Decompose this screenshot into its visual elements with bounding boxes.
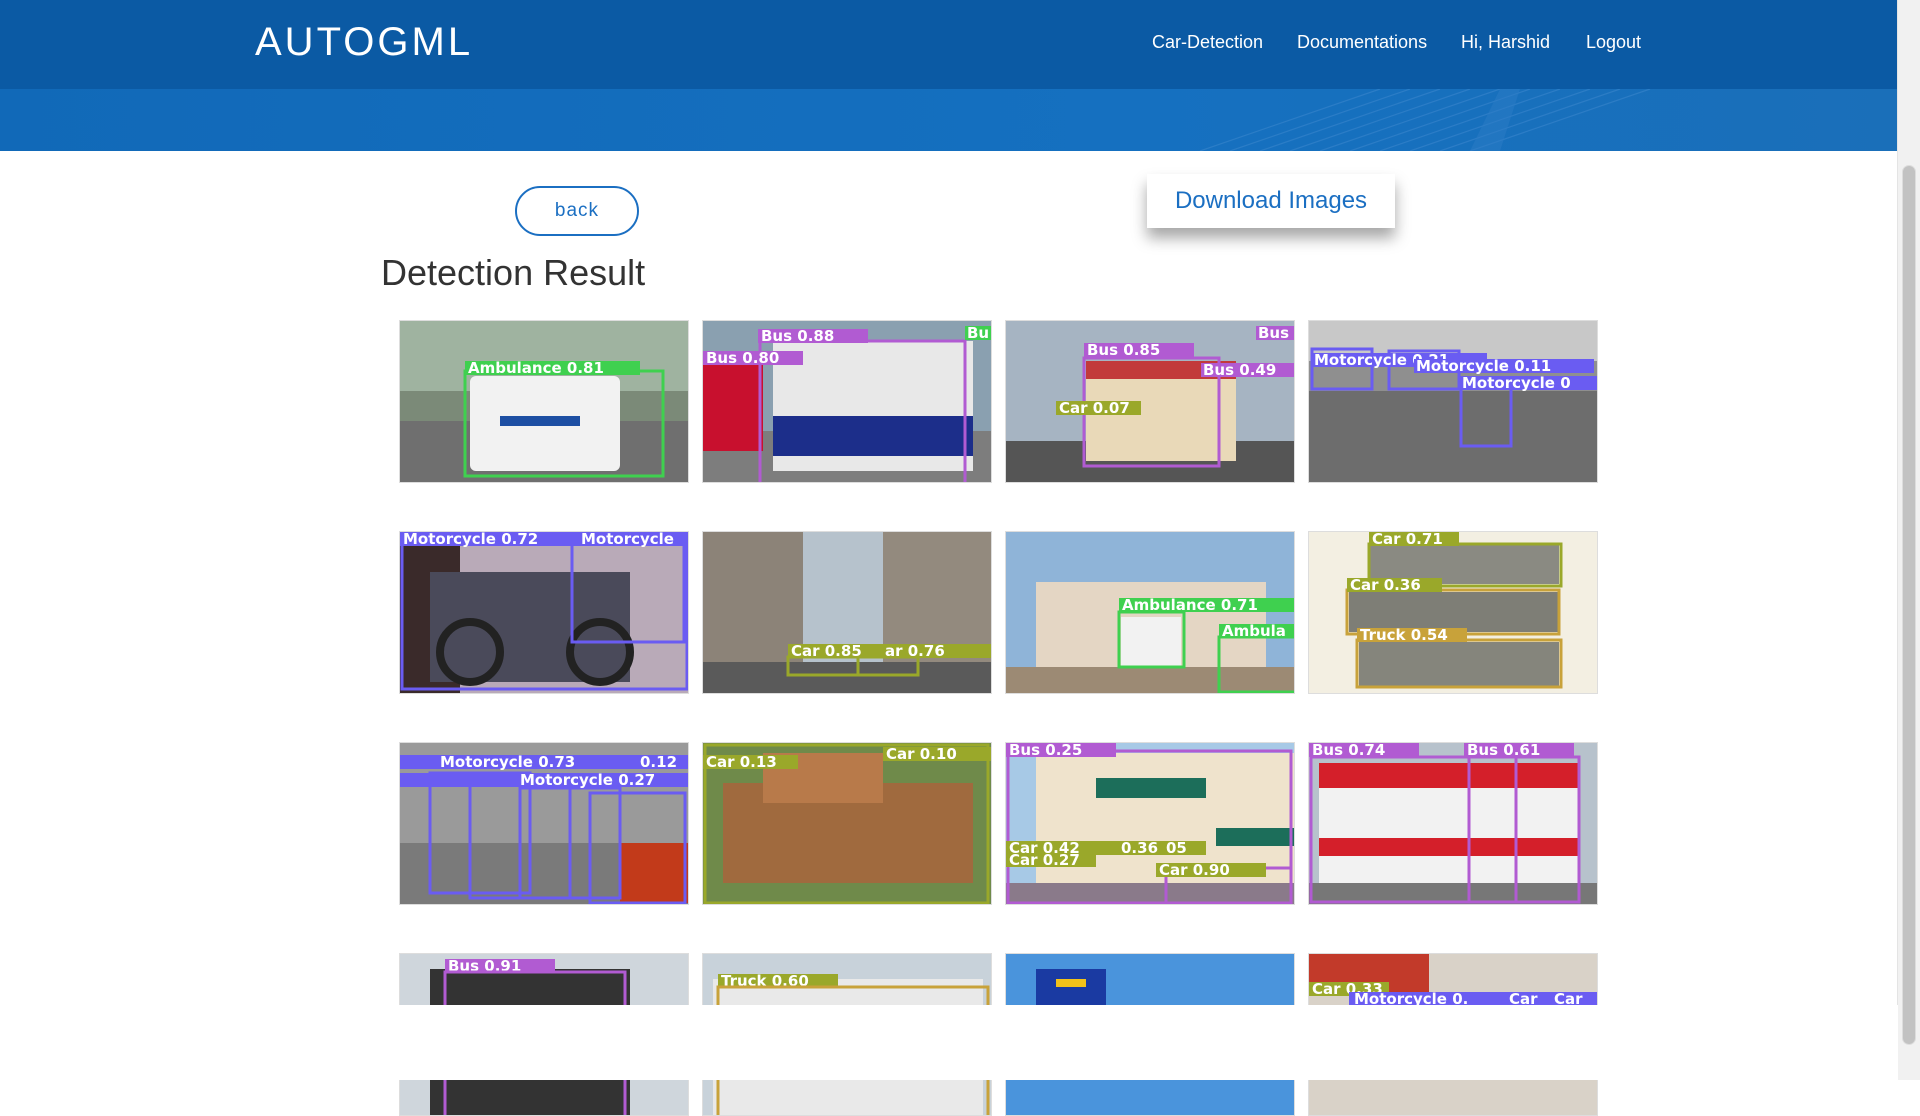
result-image-motorcycles-row[interactable]: Motorcycle 0.73 Motorcycle 0.27 0.12	[399, 742, 689, 905]
page-title: Detection Result	[381, 252, 646, 293]
detection-label: Ambulance 0.71	[1122, 596, 1258, 614]
detection-label: 05	[1166, 839, 1187, 857]
detection-label: Bus	[1258, 324, 1289, 342]
detection-label: Motorcycle 0.11	[1416, 357, 1551, 375]
detection-label: Car 0.27	[1009, 851, 1080, 869]
nav-documentations[interactable]: Documentations	[1297, 32, 1427, 53]
download-images-button[interactable]: Download Images	[1147, 174, 1395, 228]
detection-label: Ambula	[1222, 622, 1286, 640]
detection-label: Bus 0.61	[1467, 743, 1540, 759]
detection-label: Car 0.36	[1350, 576, 1421, 594]
result-image-ambulance-2[interactable]: Ambulance 0.71 Ambula	[1005, 531, 1295, 694]
result-image-motorcycle-1[interactable]: Motorcycle 0.21 Motorcycle 0.11 Motorcyc…	[1308, 320, 1598, 483]
detection-label: Bus 0.85	[1087, 341, 1160, 359]
result-image-bus-2[interactable]: Bus 0.85 Bus 0.49 Bus Car 0.07	[1005, 320, 1295, 483]
detection-label: 0.12	[640, 753, 677, 771]
viewport-bottom-mask	[0, 1005, 1898, 1080]
detection-label: ar 0.76	[885, 642, 945, 660]
result-image-hotel[interactable]: Bus 0.25 Car 0.42 0.36 05 Car 0.27 Car 0…	[1005, 742, 1295, 905]
page-scrollbar[interactable]	[1897, 0, 1920, 1080]
detection-label: Bus 0.74	[1312, 743, 1385, 759]
detection-label: Motorcycle 0.27	[520, 771, 655, 789]
detection-label: Motorcycle 0	[1462, 374, 1571, 392]
brand-logo[interactable]: AUTOGML	[255, 20, 473, 65]
scrollbar-thumb[interactable]	[1902, 165, 1916, 1045]
detection-label: Car 0.90	[1159, 861, 1230, 879]
result-image-classic-car[interactable]: Car 0.13 Car 0.10	[702, 742, 992, 905]
nav-car-detection[interactable]: Car-Detection	[1152, 32, 1263, 53]
detection-label: Car 0.13	[706, 753, 777, 771]
detection-label: Bus 0.88	[761, 327, 834, 345]
detection-label: Motorcycle 0.72	[403, 532, 538, 548]
detection-label: Bus 0.80	[706, 349, 779, 367]
result-image-motorcycle-2[interactable]: Motorcycle 0.72 Motorcycle	[399, 531, 689, 694]
detection-label: Truck 0.54	[1360, 626, 1448, 644]
detection-label: Bus 0.25	[1009, 743, 1082, 759]
result-image-red-bus[interactable]: Bus 0.74 Bus 0.61	[1308, 742, 1598, 905]
back-button[interactable]: back	[515, 186, 639, 236]
result-image-trucks[interactable]: Car 0.71 Car 0.36 Truck 0.54	[1308, 531, 1598, 694]
top-navbar: AUTOGML Car-Detection Documentations Hi,…	[0, 0, 1898, 89]
result-image-building-cars[interactable]: Car 0.85 ar 0.76	[702, 531, 992, 694]
detection-label: Car 0.07	[1059, 399, 1130, 417]
detection-label: Bu	[967, 324, 989, 342]
hero-banner	[0, 89, 1898, 151]
detection-label: Motorcycle 0.73	[440, 753, 575, 771]
result-image-bus-1[interactable]: Bus 0.88 Bus 0.80 Bu	[702, 320, 992, 483]
result-image-ambulance[interactable]: Ambulance 0.81	[399, 320, 689, 483]
detection-label: 0.36	[1121, 839, 1158, 857]
detection-label: Motorcycle	[581, 532, 674, 548]
nav-logout[interactable]: Logout	[1586, 32, 1641, 53]
nav-user-greeting[interactable]: Hi, Harshid	[1461, 32, 1550, 53]
detection-label: Car 0.71	[1372, 532, 1443, 548]
detection-label: Bus 0.49	[1203, 361, 1276, 379]
banner-decoration	[1199, 89, 1651, 151]
detection-label: Ambulance 0.81	[468, 359, 604, 377]
detection-label: Car 0.85	[791, 642, 862, 660]
detection-label: Car 0.10	[886, 745, 957, 763]
